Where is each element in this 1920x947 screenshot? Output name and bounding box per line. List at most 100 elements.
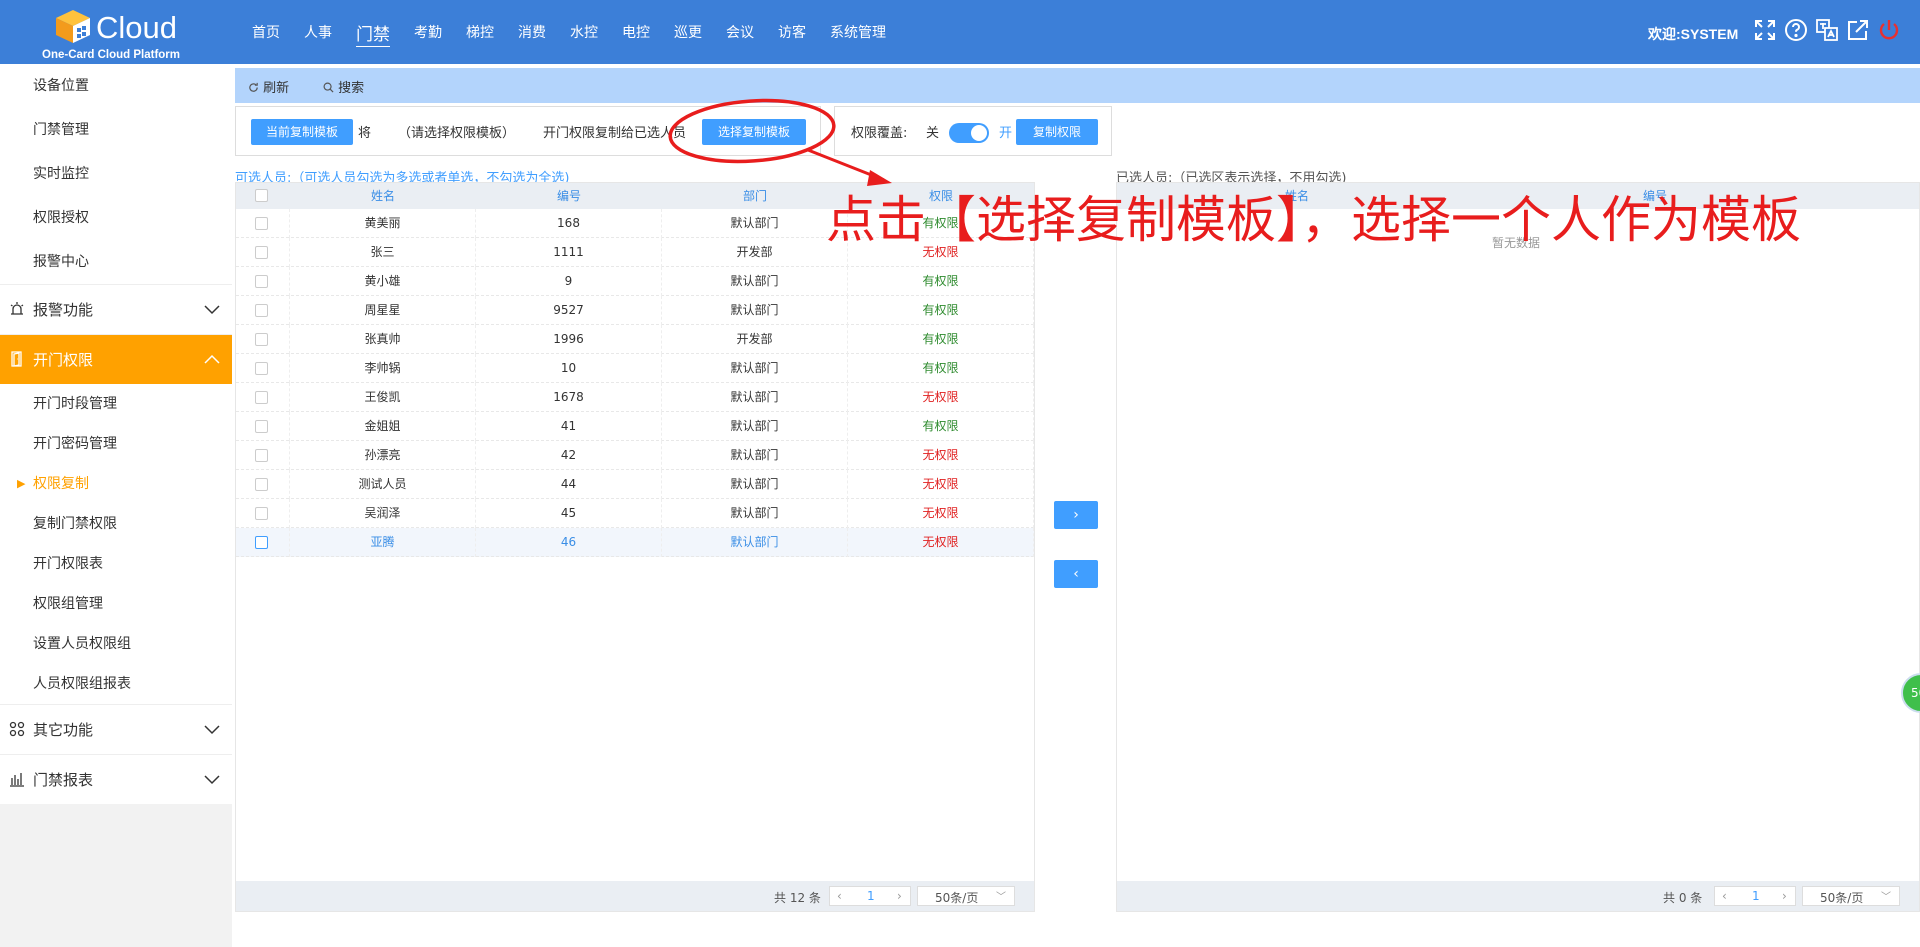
row-checkbox[interactable] [255,391,268,404]
sidebar-item-device-location[interactable]: 设备位置 [0,64,232,108]
move-left-button[interactable]: ‹ [1054,560,1098,588]
row-checkbox[interactable] [255,217,268,230]
next-page-icon[interactable]: › [1782,889,1787,903]
table-row[interactable]: 周星星 9527 默认部门 有权限 [236,296,1034,325]
table-row[interactable]: 吴润泽 45 默认部门 无权限 [236,499,1034,528]
nav-home[interactable]: 首页 [240,22,292,42]
refresh-icon [249,82,258,92]
sidebar-item-open-period[interactable]: 开门时段管理 [0,384,232,424]
nav-meeting[interactable]: 会议 [714,22,766,42]
override-on-label: 开 [999,126,1013,141]
sidebar-item-copy-door-permission[interactable]: 复制门禁权限 [0,504,232,544]
table-row[interactable]: 孙漂亮 42 默认部门 无权限 [236,441,1034,470]
cube-logo-icon [56,10,90,43]
nav-water[interactable]: 水控 [558,22,610,42]
cell-dept: 默认部门 [662,528,848,557]
col-name: 姓名 [370,189,395,203]
chevron-up-icon [204,354,220,364]
nav-consumption[interactable]: 消费 [506,22,558,42]
cell-dept: 开发部 [662,238,848,267]
sidebar-group-open-permission[interactable]: 开门权限 [0,334,232,384]
page-size-select[interactable]: 50条/页 ﹀ [917,886,1015,906]
table-row[interactable]: 张真帅 1996 开发部 有权限 [236,325,1034,354]
table-row[interactable]: 黄小雄 9 默认部门 有权限 [236,267,1034,296]
page-size-select[interactable]: 50条/页 ﹀ [1802,886,1900,906]
sidebar-item-door-management[interactable]: 门禁管理 [0,108,232,152]
select-template-button[interactable]: 选择复制模板 [702,119,806,145]
sidebar-item-authorization[interactable]: 权限授权 [0,196,232,240]
override-panel: 权限覆盖: 关 开 复制权限 [834,106,1112,156]
nav-power[interactable]: 电控 [610,22,662,42]
sidebar-item-open-permission-table[interactable]: 开门权限表 [0,544,232,584]
cell-name: 孙漂亮 [290,441,476,470]
table-row[interactable]: 金姐姐 41 默认部门 有权限 [236,412,1034,441]
nav-hr[interactable]: 人事 [292,22,344,42]
row-checkbox[interactable] [255,420,268,433]
nav-access-control[interactable]: 门禁 [344,20,402,45]
cell-name: 金姐姐 [290,412,476,441]
row-checkbox[interactable] [255,362,268,375]
page-number[interactable]: 1 [1752,889,1760,903]
sidebar-item-open-password[interactable]: 开门密码管理 [0,424,232,464]
table-row[interactable]: 王俊凯 1678 默认部门 无权限 [236,383,1034,412]
help-icon[interactable] [1784,18,1808,42]
row-checkbox[interactable] [255,246,268,259]
app-root: Cloud One-Card Cloud Platform 首页 人事 门禁 考… [0,0,1920,947]
page-size-value: 50条/页 [935,891,979,905]
nav-system[interactable]: 系统管理 [818,22,898,42]
row-checkbox[interactable] [255,507,268,520]
row-checkbox[interactable] [255,304,268,317]
prev-page-icon[interactable]: ‹ [1722,889,1727,903]
logo-word: Cloud [96,10,177,45]
row-checkbox[interactable] [255,478,268,491]
row-checkbox[interactable] [255,333,268,346]
external-link-icon[interactable] [1846,18,1870,42]
top-nav: 首页 人事 门禁 考勤 梯控 消费 水控 电控 巡更 会议 访客 系统管理 [240,0,898,64]
prev-page-icon[interactable]: ‹ [837,889,842,903]
cell-id: 10 [476,354,662,383]
chevron-down-icon [204,725,220,735]
will-text: 将 [358,126,372,141]
select-all-checkbox[interactable] [255,189,268,202]
current-template-button[interactable]: 当前复制模板 [251,119,353,145]
nav-elevator[interactable]: 梯控 [454,22,506,42]
search-button[interactable]: 搜索 [323,77,364,96]
table-row[interactable]: 亚腾 46 默认部门 无权限 [236,528,1034,557]
nav-patrol[interactable]: 巡更 [662,22,714,42]
table-footer: 共 0 条 ‹ 1 › 50条/页 ﹀ [1117,881,1919,911]
copy-to-text: 开门权限复制给已选人员 [543,126,687,141]
nav-visitor[interactable]: 访客 [766,22,818,42]
next-page-icon[interactable]: › [897,889,902,903]
sidebar-group-other[interactable]: 其它功能 [0,704,232,754]
copy-permission-button[interactable]: 复制权限 [1016,119,1098,145]
col-id: 编号 [556,189,581,203]
cell-id: 45 [476,499,662,528]
override-toggle[interactable] [949,123,989,143]
nav-attendance[interactable]: 考勤 [402,22,454,42]
power-icon[interactable] [1877,18,1901,42]
refresh-button[interactable]: 刷新 [248,77,289,96]
sidebar-item-set-person-group[interactable]: 设置人员权限组 [0,624,232,664]
row-checkbox[interactable] [255,536,268,549]
sidebar-item-permission-group[interactable]: 权限组管理 [0,584,232,624]
move-right-button[interactable]: › [1054,501,1098,529]
cell-permission: 有权限 [848,267,1034,296]
page-number[interactable]: 1 [867,889,875,903]
row-checkbox[interactable] [255,449,268,462]
sidebar-item-person-group-report[interactable]: 人员权限组报表 [0,664,232,704]
door-icon [9,335,25,385]
cell-dept: 默认部门 [662,412,848,441]
table-row[interactable]: 测试人员 44 默认部门 无权限 [236,470,1034,499]
sidebar-item-permission-copy[interactable]: ▶ 权限复制 [0,464,232,504]
toggle-knob [971,125,987,141]
cell-dept: 开发部 [662,325,848,354]
table-row[interactable]: 李帅锅 10 默认部门 有权限 [236,354,1034,383]
sidebar-item-alarm-center[interactable]: 报警中心 [0,240,232,284]
sidebar-group-report[interactable]: 门禁报表 [0,754,232,804]
row-checkbox[interactable] [255,275,268,288]
translate-icon[interactable] [1815,18,1839,42]
sidebar-item-live-monitor[interactable]: 实时监控 [0,152,232,196]
sidebar-group-alarm[interactable]: 报警功能 [0,284,232,334]
cell-permission: 有权限 [848,296,1034,325]
fullscreen-icon[interactable] [1753,18,1777,42]
